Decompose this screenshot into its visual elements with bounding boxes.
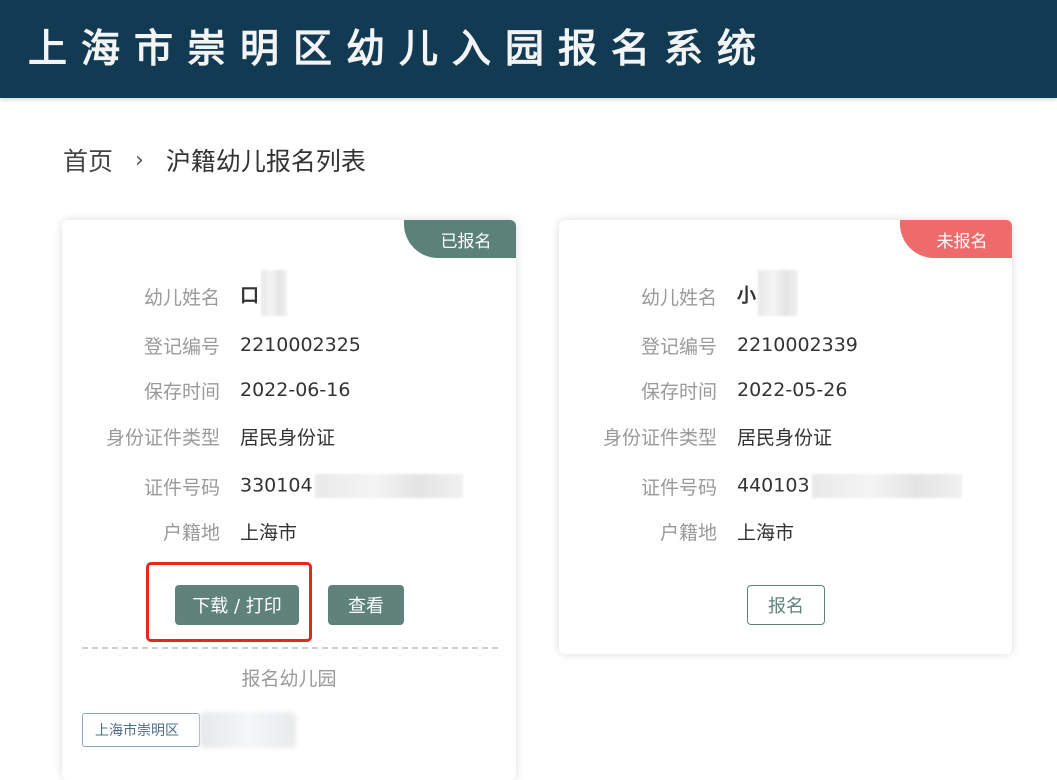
field-label: 幼儿姓名 — [143, 286, 220, 309]
field-row-name: 幼儿姓名 口 — [62, 270, 288, 316]
field-value: 上海市 — [737, 521, 795, 544]
system-title: 上海市崇明区幼儿入园报名系统 — [28, 26, 771, 72]
field-label: 登记编号 — [143, 335, 220, 358]
breadcrumb-home-link[interactable]: 首页 — [63, 142, 113, 178]
field-value: 居民身份证 — [737, 426, 833, 449]
redacted-mask — [261, 270, 288, 316]
field-label: 保存时间 — [143, 380, 220, 403]
field-row-reg-no: 登记编号 2210002339 — [559, 330, 858, 360]
field-label: 户籍地 — [659, 521, 717, 544]
child-name-value: 小 — [737, 284, 757, 307]
field-value: 2022-05-26 — [737, 379, 848, 401]
field-value: 居民身份证 — [240, 426, 336, 449]
field-row-id-number: 证件号码 330104 — [62, 471, 463, 501]
field-label: 身份证件类型 — [602, 426, 717, 449]
breadcrumb-separator-icon: › — [135, 147, 144, 173]
field-value: 上海市 — [240, 521, 298, 544]
breadcrumb: 首页 › 沪籍幼儿报名列表 — [63, 142, 366, 178]
field-row-household: 户籍地 上海市 — [62, 516, 297, 546]
child-card-registered: 已报名 幼儿姓名 口 登记编号 2210002325 保存时间 2022-06-… — [62, 220, 516, 780]
top-header: 上海市崇明区幼儿入园报名系统 — [0, 0, 1057, 98]
field-value: 2210002339 — [737, 334, 858, 356]
status-badge-unregistered: 未报名 — [900, 220, 1012, 258]
redacted-mask — [200, 712, 296, 748]
field-label: 证件号码 — [640, 476, 717, 499]
field-value-name: 口 — [240, 270, 288, 316]
field-row-id-type: 身份证件类型 居民身份证 — [62, 421, 335, 451]
field-label: 幼儿姓名 — [640, 286, 717, 309]
field-row-save-time: 保存时间 2022-06-16 — [62, 375, 350, 405]
breadcrumb-current-page: 沪籍幼儿报名列表 — [165, 147, 366, 176]
id-number-value: 440103 — [737, 474, 810, 497]
field-label: 身份证件类型 — [105, 426, 220, 449]
field-row-id-number: 证件号码 440103 — [559, 471, 962, 501]
highlight-annotation-box — [146, 562, 312, 642]
field-row-household: 户籍地 上海市 — [559, 516, 794, 546]
field-label: 保存时间 — [640, 380, 717, 403]
id-number-value: 330104 — [240, 474, 313, 497]
field-value-id-number: 440103 — [737, 474, 962, 498]
field-row-id-type: 身份证件类型 居民身份证 — [559, 421, 832, 451]
field-row-reg-no: 登记编号 2210002325 — [62, 330, 361, 360]
redacted-mask — [758, 270, 799, 316]
field-value: 2022-06-16 — [240, 379, 351, 401]
field-value-id-number: 330104 — [240, 474, 463, 498]
child-card-unregistered: 未报名 幼儿姓名 小 登记编号 2210002339 保存时间 2022-05-… — [559, 220, 1012, 654]
redacted-mask — [314, 474, 463, 498]
field-label: 户籍地 — [162, 521, 220, 544]
redacted-mask — [811, 474, 962, 498]
field-label: 证件号码 — [143, 476, 220, 499]
field-label: 登记编号 — [640, 335, 717, 358]
register-button[interactable]: 报名 — [747, 585, 825, 625]
field-value: 2210002325 — [240, 334, 361, 356]
field-row-name: 幼儿姓名 小 — [559, 270, 799, 316]
divider — [82, 647, 498, 649]
status-badge-registered: 已报名 — [404, 220, 516, 258]
child-name-value: 口 — [240, 284, 260, 307]
enrolled-kindergarten-title: 报名幼儿园 — [241, 668, 337, 690]
field-value-name: 小 — [737, 270, 799, 316]
view-button[interactable]: 查看 — [328, 585, 404, 625]
field-row-save-time: 保存时间 2022-05-26 — [559, 375, 847, 405]
kindergarten-tag: 上海市崇明区 — [82, 713, 200, 747]
